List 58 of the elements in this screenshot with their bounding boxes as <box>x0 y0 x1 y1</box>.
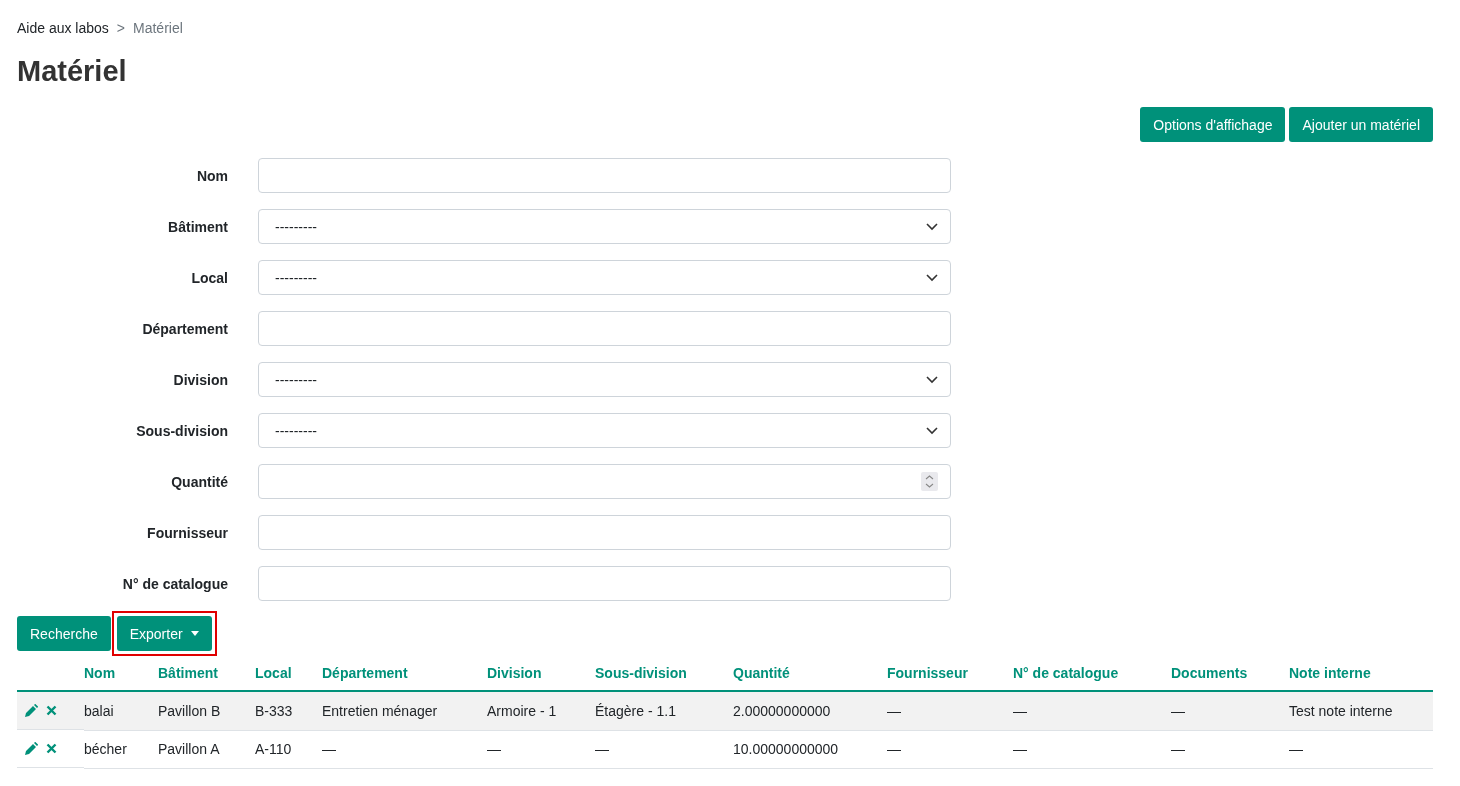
table-cell: A-110 <box>255 730 322 768</box>
close-icon[interactable] <box>46 743 57 754</box>
pencil-icon[interactable] <box>24 703 38 718</box>
table-cell: Pavillon B <box>158 691 255 730</box>
select-field[interactable]: --------- <box>258 362 951 397</box>
field-label: N° de catalogue <box>121 575 229 592</box>
chevron-down-icon <box>926 426 938 435</box>
text-field[interactable] <box>258 311 951 346</box>
table-cell: — <box>1013 730 1171 768</box>
table-cell: — <box>595 730 733 768</box>
chevron-down-icon <box>926 222 938 231</box>
table-cell: — <box>887 691 1013 730</box>
table-cell: Étagère - 1.1 <box>595 691 733 730</box>
table-cell: 2.00000000000 <box>733 691 887 730</box>
text-field[interactable] <box>258 566 951 601</box>
table-cell: 10.00000000000 <box>733 730 887 768</box>
field-label: Sous-division <box>135 422 229 439</box>
table-cell: — <box>1013 691 1171 730</box>
table-cell: B-333 <box>255 691 322 730</box>
select-field[interactable]: --------- <box>258 260 951 295</box>
table-cell: Pavillon A <box>158 730 255 768</box>
table-cell: — <box>1171 691 1289 730</box>
action-button[interactable]: Options d'affichage <box>1140 107 1286 142</box>
page-title: Matériel <box>17 54 128 89</box>
table-cell: — <box>322 730 487 768</box>
table-cell: — <box>1289 730 1433 768</box>
table-cell: — <box>1171 730 1289 768</box>
close-icon[interactable] <box>46 705 57 716</box>
text-field[interactable] <box>258 515 951 550</box>
breadcrumb-separator: > <box>116 20 126 36</box>
table-cell: Entretien ménager <box>322 691 487 730</box>
select-field[interactable]: --------- <box>258 209 951 244</box>
export-dropdown-button[interactable]: Exporter <box>116 616 212 651</box>
field-label: Quantité <box>170 473 229 490</box>
select-field[interactable]: --------- <box>258 413 951 448</box>
field-label: Local <box>190 269 229 286</box>
table-cell: Armoire - 1 <box>487 691 595 730</box>
caret-icon <box>190 631 199 636</box>
pencil-icon[interactable] <box>24 741 38 756</box>
action-button[interactable]: Ajouter un matériel <box>1289 107 1433 142</box>
field-label: Nom <box>195 167 229 184</box>
spinner-icon[interactable] <box>921 472 938 491</box>
field-label: Département <box>141 320 229 337</box>
search-button[interactable]: Recherche <box>17 616 111 651</box>
table-cell: — <box>487 730 595 768</box>
chevron-down-icon <box>926 273 938 282</box>
breadcrumb-link[interactable]: Aide aux labos <box>17 20 109 36</box>
text-field[interactable] <box>258 158 951 193</box>
chevron-down-icon <box>926 375 938 384</box>
field-label: Division <box>172 371 229 388</box>
table-cell: balai <box>84 691 158 730</box>
field-label: Fournisseur <box>146 524 229 541</box>
table-cell: — <box>887 730 1013 768</box>
breadcrumb-current: Matériel <box>133 20 183 36</box>
number-field[interactable] <box>258 464 951 499</box>
field-label: Bâtiment <box>167 218 229 235</box>
table-cell: bécher <box>84 730 158 768</box>
table-cell: Test note interne <box>1289 691 1433 730</box>
